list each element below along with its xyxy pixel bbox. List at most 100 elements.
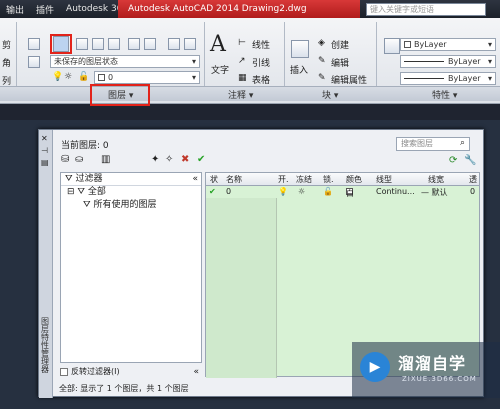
search-icon[interactable]: ⌕ [460,138,465,148]
layer-tool-icon-2[interactable] [92,38,104,50]
tree-item-used-label: 所有使用的图层 [93,200,157,210]
settings-icon[interactable]: 🔧 [464,155,476,166]
col-name[interactable]: 名称 [226,174,242,185]
layer-tool-icon-7[interactable] [184,38,196,50]
menu-item-plugins[interactable]: 插件 [30,3,60,16]
panel-label-block[interactable]: 块 ▾ [322,88,338,101]
insert-block-icon[interactable] [291,40,309,58]
state-manager-icon[interactable]: ▥ [101,154,110,165]
sun-icon[interactable]: ☼ [64,72,72,82]
title-bar: 输出 插件 Autodesk 360 Autodesk AutoCAD 2014… [0,0,500,18]
tree-item-all[interactable]: ⊟ ⛛ 全部 [61,186,201,199]
col-on[interactable]: 开. [278,174,289,185]
layer-lineweight[interactable]: — 默认 [421,187,448,198]
sun-icon[interactable]: ☼ [298,187,305,196]
current-layer-value: 0 [108,73,114,82]
new-layer-vp-icon[interactable]: ✧ [165,154,173,165]
layer-tool-icon-1[interactable] [76,38,88,50]
col-color[interactable]: 颜色 [346,174,362,185]
layer-transparency[interactable]: 0 [470,187,475,196]
block-create-label[interactable]: 创建 [331,38,349,51]
lineweight-sample [404,78,444,79]
panel-label-annotation-text: 注释 [228,91,247,101]
block-edit-label[interactable]: 编辑 [331,56,349,69]
invert-filter-checkbox[interactable] [60,367,68,376]
panel-label-annotation[interactable]: 注释 ▾ [228,88,253,101]
brush-icon[interactable] [28,38,40,50]
lineweight-dropdown[interactable]: ByLayer [400,72,496,85]
color-dropdown[interactable]: ByLayer [400,38,496,51]
edit-attr-label[interactable]: 编辑属性 [331,73,367,86]
filter-funnel-icon: ⛛ [65,174,73,184]
linetype-dropdown[interactable]: ByLayer [400,55,496,68]
watermark: ▶ 溜溜自学 ZIXUE.3D66.COM [352,342,500,398]
table-label[interactable]: 表格 [252,73,270,86]
col-linetype[interactable]: 线型 [376,174,392,185]
dim-linear-icon[interactable]: ⊢ [238,38,246,48]
dialog-side-strip: ✕ ⊣ ▤ 图层特性管理器 [39,130,53,398]
filters-header-label: 过滤器 [75,174,103,184]
ribbon-left-label-3[interactable]: 角 [2,56,11,69]
layer-tool-icon-6[interactable] [168,38,180,50]
menu-item-output[interactable]: 输出 [0,3,30,16]
menu-bar: 输出 插件 Autodesk 360 [0,0,134,18]
highlight-layers-panel-label [90,84,150,106]
current-layer-dropdown[interactable]: 0 [94,71,200,84]
unlock-icon[interactable]: 🔓 [323,187,333,196]
current-layer-check-icon: ✔ [209,187,216,196]
table-icon[interactable]: ▦ [238,73,247,83]
collapse-icon[interactable]: ⊟ [67,187,75,197]
layer-tool-icon-3[interactable] [108,38,120,50]
leader-label[interactable]: 引线 [252,56,270,69]
insert-label[interactable]: 插入 [290,63,308,76]
dim-linear-label[interactable]: 线性 [252,38,270,51]
layer-row[interactable]: ✔ 0 💡 ☼ 🔓 白 Continu... — 默认 0 [206,186,479,198]
leader-icon[interactable]: ↗ [238,56,246,66]
invert-filter-label: 反转过滤器(I) [71,367,120,376]
watermark-brand: 溜溜自学 [398,354,467,373]
ribbon: 剪 角 列 未保存的图层状态 💡 ☼ 🔓 0 A 文字 ⊢ 线性 ↗ 引线 ▦ … [0,18,500,104]
lightbulb-icon[interactable]: 💡 [278,187,288,196]
lock-icon[interactable]: 🔓 [78,72,89,82]
text-large-icon[interactable]: A [210,32,226,57]
col-lineweight[interactable]: 线宽 [428,174,444,185]
pin-icon[interactable]: ⊣ [41,146,48,155]
lightbulb-icon[interactable]: 💡 [52,72,63,82]
panel-label-properties[interactable]: 特性 ▾ [432,88,457,101]
highlight-layer-properties-button [50,34,72,54]
layer-search-input[interactable]: 搜索图层 [396,137,470,151]
layer-list-left-column-bg [206,186,276,378]
col-status[interactable]: 状 [210,174,218,185]
layer-linetype[interactable]: Continu... [376,187,415,196]
block-create-icon[interactable]: ◈ [318,38,325,48]
layer-state-dropdown[interactable]: 未保存的图层状态 [50,55,200,68]
block-edit-icon[interactable]: ✎ [318,56,326,66]
collapse-filters-button-bottom[interactable]: « [193,366,199,378]
new-filter-icon[interactable]: ⛁ [61,154,69,165]
col-transparency[interactable]: 透 [469,174,477,185]
col-freeze[interactable]: 冻结 [296,174,312,185]
delete-layer-icon[interactable]: ✖ [181,154,189,165]
layer-tool-icon-5[interactable] [144,38,156,50]
layer-tool-icon-4[interactable] [128,38,140,50]
top-search-input[interactable]: 键入关键字或短语 [366,3,486,16]
layer-name[interactable]: 0 [226,187,231,196]
close-icon[interactable]: ✕ [41,134,48,143]
col-lock[interactable]: 锁. [323,174,334,185]
group-filter-icon[interactable]: ⛀ [75,154,83,165]
ribbon-left-label-1[interactable]: 剪 [2,38,11,51]
color-value: ByLayer [414,40,447,49]
text-tool-label[interactable]: 文字 [211,63,229,76]
filter-icon: ⛛ [83,200,91,210]
tree-item-used-layers[interactable]: ⛛ 所有使用的图层 [61,199,201,212]
new-layer-icon[interactable]: ✦ [151,154,159,165]
lineweight-value: ByLayer [448,74,481,83]
dialog-side-title: 图层特性管理器 [41,317,49,374]
set-current-icon[interactable]: ✔ [197,154,205,165]
collapse-filters-button[interactable]: « [192,173,198,185]
match-properties-icon[interactable] [384,38,400,54]
edit-attr-icon[interactable]: ✎ [318,73,326,83]
properties-icon[interactable]: ▤ [41,158,49,167]
refresh-icon[interactable]: ⟳ [449,155,457,166]
panel-label-properties-text: 特性 [432,91,451,101]
